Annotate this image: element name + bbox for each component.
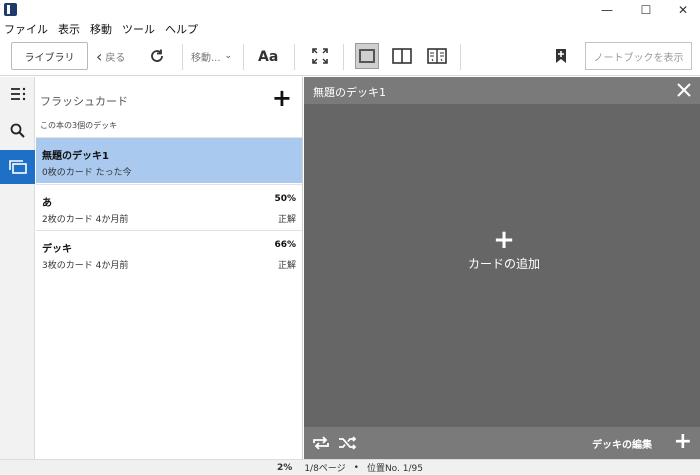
status-bar: 2% 1/8ページ • 位置No. 1/95	[0, 459, 700, 475]
move-label: 移動...	[191, 52, 221, 64]
table-of-contents-icon	[10, 87, 25, 101]
search-icon	[10, 123, 25, 138]
font-icon: Aa	[258, 49, 279, 65]
add-card-button[interactable]: + カードの追加	[454, 227, 554, 272]
deck-name: 無題のデッキ1	[42, 151, 109, 162]
deck-score: 66%	[274, 240, 296, 250]
bookmark-add-icon	[556, 49, 566, 63]
deck-header: 無題のデッキ1	[304, 77, 700, 104]
toc-button[interactable]	[0, 79, 35, 109]
font-settings-button[interactable]: Aa	[258, 44, 278, 70]
flashcards-icon	[8, 160, 27, 174]
minimize-button[interactable]: —	[590, 0, 624, 20]
two-page-icon	[392, 48, 412, 64]
chevron-down-icon: ⌄	[224, 51, 233, 61]
multi-page-icon	[427, 48, 447, 64]
repeat-button[interactable]	[312, 433, 330, 453]
deck-score: 50%	[274, 194, 296, 204]
shuffle-icon	[339, 436, 357, 450]
menu-file[interactable]: ファイル	[4, 21, 48, 37]
menu-go[interactable]: 移動	[90, 21, 112, 37]
deck-view-panel: 無題のデッキ1 + カードの追加 デッキの編集 +	[304, 77, 700, 459]
location-indicator: 位置No. 1/95	[366, 464, 423, 474]
title-bar: — ☐ ✕	[0, 0, 700, 20]
minimize-icon: —	[601, 3, 613, 17]
fullscreen-icon	[312, 48, 328, 64]
close-window-button[interactable]: ✕	[666, 0, 700, 20]
show-notebook-label: ノートブックを表示	[593, 52, 684, 64]
plus-icon: +	[493, 225, 515, 255]
sync-icon	[151, 49, 163, 62]
search-button[interactable]	[0, 115, 35, 145]
two-page-view-button[interactable]	[392, 45, 412, 67]
back-button[interactable]: ‹ 戻る	[96, 42, 125, 70]
plus-icon: +	[271, 84, 292, 112]
flashcards-title: フラッシュカード	[40, 95, 128, 108]
chevron-left-icon: ‹	[96, 46, 103, 66]
add-card-label: カードの追加	[467, 257, 540, 271]
deck-title: 無題のデッキ1	[313, 86, 386, 99]
back-label: 戻る	[105, 52, 126, 64]
maximize-button[interactable]: ☐	[629, 0, 663, 20]
deck-result-label: 正解	[277, 215, 296, 225]
close-icon	[677, 83, 691, 97]
show-notebook-button[interactable]: ノートブックを表示	[585, 42, 692, 70]
add-card-footer-button[interactable]: +	[673, 428, 692, 454]
shuffle-button[interactable]	[338, 433, 358, 453]
deck-list-item[interactable]: デッキ 66% 3枚のカード 4か月前 正解	[36, 230, 302, 276]
fullscreen-button[interactable]	[309, 44, 331, 68]
toolbar-divider	[343, 44, 344, 70]
close-icon: ✕	[677, 3, 689, 17]
toolbar-divider	[182, 44, 183, 70]
move-dropdown[interactable]: 移動... ⌄	[191, 42, 232, 70]
add-deck-button[interactable]: +	[272, 86, 292, 110]
flashcard-list-panel: フラッシュカード + この本の3個のデッキ 無題のデッキ1 0枚のカード たった…	[36, 77, 303, 459]
deck-meta: 2枚のカード 4か月前	[42, 215, 129, 225]
close-deck-button[interactable]	[674, 80, 694, 100]
toolbar-divider	[243, 44, 244, 70]
deck-list-item[interactable]: 無題のデッキ1 0枚のカード たった今	[36, 137, 302, 183]
menu-help[interactable]: ヘルプ	[165, 21, 198, 37]
toolbar-divider	[460, 44, 461, 70]
deck-name: あ	[42, 198, 52, 209]
bookmark-button[interactable]	[553, 45, 569, 67]
sync-button[interactable]	[147, 45, 167, 67]
library-button[interactable]: ライブラリ	[11, 42, 88, 70]
left-rail	[0, 77, 35, 459]
status-separator: •	[353, 462, 359, 473]
multi-page-view-button[interactable]	[427, 45, 447, 67]
maximize-icon: ☐	[640, 3, 652, 17]
deck-footer: デッキの編集 +	[304, 427, 700, 459]
deck-list-item[interactable]: あ 50% 2枚のカード 4か月前 正解	[36, 184, 302, 230]
menu-view[interactable]: 表示	[58, 21, 80, 37]
page-indicator: 1/8ページ	[304, 464, 346, 474]
single-page-icon	[359, 49, 375, 63]
menu-tools[interactable]: ツール	[122, 21, 155, 37]
library-label: ライブラリ	[24, 52, 75, 64]
deck-name: デッキ	[42, 244, 72, 255]
progress-percent: 2%	[277, 462, 293, 473]
plus-icon: +	[673, 428, 692, 454]
flashcards-button[interactable]	[0, 150, 35, 184]
app-logo-icon	[4, 3, 17, 16]
menu-bar: ファイル 表示 移動 ツール ヘルプ	[0, 20, 700, 38]
deck-count-label: この本の3個のデッキ	[40, 121, 118, 130]
deck-meta: 0枚のカード たった今	[42, 168, 132, 178]
single-page-view-button[interactable]	[355, 43, 379, 69]
deck-result-label: 正解	[277, 261, 296, 271]
repeat-icon	[313, 436, 329, 450]
edit-deck-button[interactable]: デッキの編集	[592, 433, 652, 453]
deck-meta: 3枚のカード 4か月前	[42, 261, 129, 271]
toolbar: ライブラリ ‹ 戻る 移動... ⌄ Aa ノートブックを表示	[0, 38, 700, 76]
toolbar-divider	[294, 44, 295, 70]
